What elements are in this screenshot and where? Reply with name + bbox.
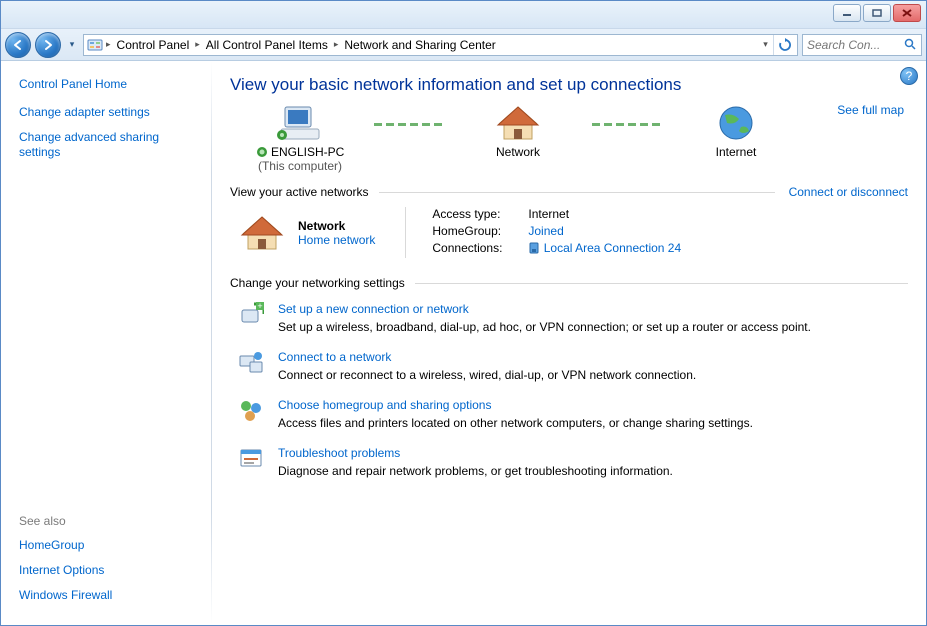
breadcrumb-item[interactable]: Network and Sharing Center: [340, 35, 499, 55]
map-node-label: Network: [496, 145, 540, 159]
breadcrumb-chevron[interactable]: ▸: [332, 35, 341, 55]
homegroup-icon: [238, 398, 264, 424]
house-icon: [496, 103, 540, 143]
change-settings-header: Change your networking settings: [230, 276, 908, 290]
section-label: View your active networks: [230, 185, 369, 199]
active-networks-header: View your active networks Connect or dis…: [230, 185, 908, 199]
breadcrumb-bar[interactable]: ▸ Control Panel ▸ All Control Panel Item…: [83, 34, 798, 56]
breadcrumb-chevron[interactable]: ▸: [193, 35, 202, 55]
task-desc: Access files and printers located on oth…: [278, 416, 753, 430]
house-icon: [240, 213, 284, 253]
window-titlebar: [1, 1, 926, 29]
network-map: ENGLISH-PC (This computer) Network: [230, 103, 908, 173]
task-desc: Diagnose and repair network problems, or…: [278, 464, 673, 478]
task-title[interactable]: Choose homegroup and sharing options: [278, 398, 753, 412]
map-node-label: Internet: [716, 145, 757, 159]
recent-pages-dropdown[interactable]: ▾: [65, 36, 79, 54]
breadcrumb-item[interactable]: Control Panel: [113, 35, 194, 55]
task-troubleshoot[interactable]: Troubleshoot problems Diagnose and repai…: [238, 446, 908, 478]
back-button[interactable]: [5, 32, 31, 58]
homegroup-value-link[interactable]: Joined: [528, 224, 563, 238]
setup-connection-icon: +: [238, 302, 264, 328]
task-connect-network[interactable]: Connect to a network Connect or reconnec…: [238, 350, 908, 382]
see-also-section: See also HomeGroup Internet Options Wind…: [19, 494, 199, 613]
troubleshoot-icon: [238, 446, 264, 472]
refresh-button[interactable]: [773, 35, 795, 55]
control-panel-icon: [86, 36, 104, 54]
map-node-network[interactable]: Network: [448, 103, 588, 173]
map-node-internet[interactable]: Internet: [666, 103, 806, 173]
connections-label: Connections:: [432, 241, 518, 255]
access-type-label: Access type:: [432, 207, 518, 221]
address-dropdown[interactable]: ▾: [757, 39, 773, 50]
svg-text:+: +: [257, 302, 262, 311]
homegroup-label: HomeGroup:: [432, 224, 518, 238]
page-title: View your basic network information and …: [230, 75, 908, 95]
forward-button[interactable]: [35, 32, 61, 58]
see-also-label: See also: [19, 514, 199, 528]
network-details: Access type: Internet HomeGroup: Joined …: [405, 207, 681, 258]
globe-icon: [715, 103, 757, 143]
see-full-map-link[interactable]: See full map: [837, 103, 908, 117]
map-node-sublabel: (This computer): [258, 159, 342, 173]
task-title[interactable]: Connect to a network: [278, 350, 696, 364]
task-title[interactable]: Troubleshoot problems: [278, 446, 673, 460]
map-connection-line: [592, 123, 662, 126]
section-label: Change your networking settings: [230, 276, 405, 290]
close-button[interactable]: [893, 4, 921, 22]
main-panel: ? View your basic network information an…: [212, 61, 926, 625]
task-homegroup-sharing[interactable]: Choose homegroup and sharing options Acc…: [238, 398, 908, 430]
breadcrumb-chevron[interactable]: ▸: [104, 35, 113, 55]
search-icon: [904, 38, 917, 51]
help-icon[interactable]: ?: [900, 67, 918, 85]
homegroup-link[interactable]: HomeGroup: [19, 538, 199, 553]
connect-network-icon: [238, 350, 264, 376]
map-node-label: ENGLISH-PC: [256, 145, 345, 159]
control-panel-home-link[interactable]: Control Panel Home: [19, 77, 199, 91]
connect-disconnect-link[interactable]: Connect or disconnect: [789, 185, 908, 199]
network-identity: Network Home network: [240, 207, 375, 258]
ethernet-icon: [528, 241, 540, 255]
sidebar: Control Panel Home Change adapter settin…: [1, 61, 211, 625]
breadcrumb-item[interactable]: All Control Panel Items: [202, 35, 332, 55]
windows-firewall-link[interactable]: Windows Firewall: [19, 588, 199, 603]
window-controls: [833, 4, 921, 22]
task-setup-connection[interactable]: + Set up a new connection or network Set…: [238, 302, 908, 334]
task-desc: Connect or reconnect to a wireless, wire…: [278, 368, 696, 382]
tasks-list: + Set up a new connection or network Set…: [230, 302, 908, 478]
active-network-row: Network Home network Access type: Intern…: [240, 207, 908, 258]
address-bar: ▾ ▸ Control Panel ▸ All Control Panel It…: [1, 29, 926, 61]
map-connection-line: [374, 123, 444, 126]
maximize-button[interactable]: [863, 4, 891, 22]
change-advanced-sharing-link[interactable]: Change advanced sharing settings: [19, 130, 199, 160]
minimize-button[interactable]: [833, 4, 861, 22]
search-placeholder: Search Con...: [807, 38, 880, 52]
change-adapter-settings-link[interactable]: Change adapter settings: [19, 105, 199, 120]
network-type-link[interactable]: Home network: [298, 233, 375, 247]
task-desc: Set up a wireless, broadband, dial-up, a…: [278, 320, 811, 334]
search-input[interactable]: Search Con...: [802, 34, 922, 56]
connection-link[interactable]: Local Area Connection 24: [528, 241, 681, 255]
content-area: Control Panel Home Change adapter settin…: [1, 61, 926, 625]
computer-icon: [277, 103, 323, 143]
internet-options-link[interactable]: Internet Options: [19, 563, 199, 578]
map-node-this-computer[interactable]: ENGLISH-PC (This computer): [230, 103, 370, 173]
access-type-value: Internet: [528, 207, 569, 221]
task-title[interactable]: Set up a new connection or network: [278, 302, 811, 316]
network-name: Network: [298, 219, 375, 233]
